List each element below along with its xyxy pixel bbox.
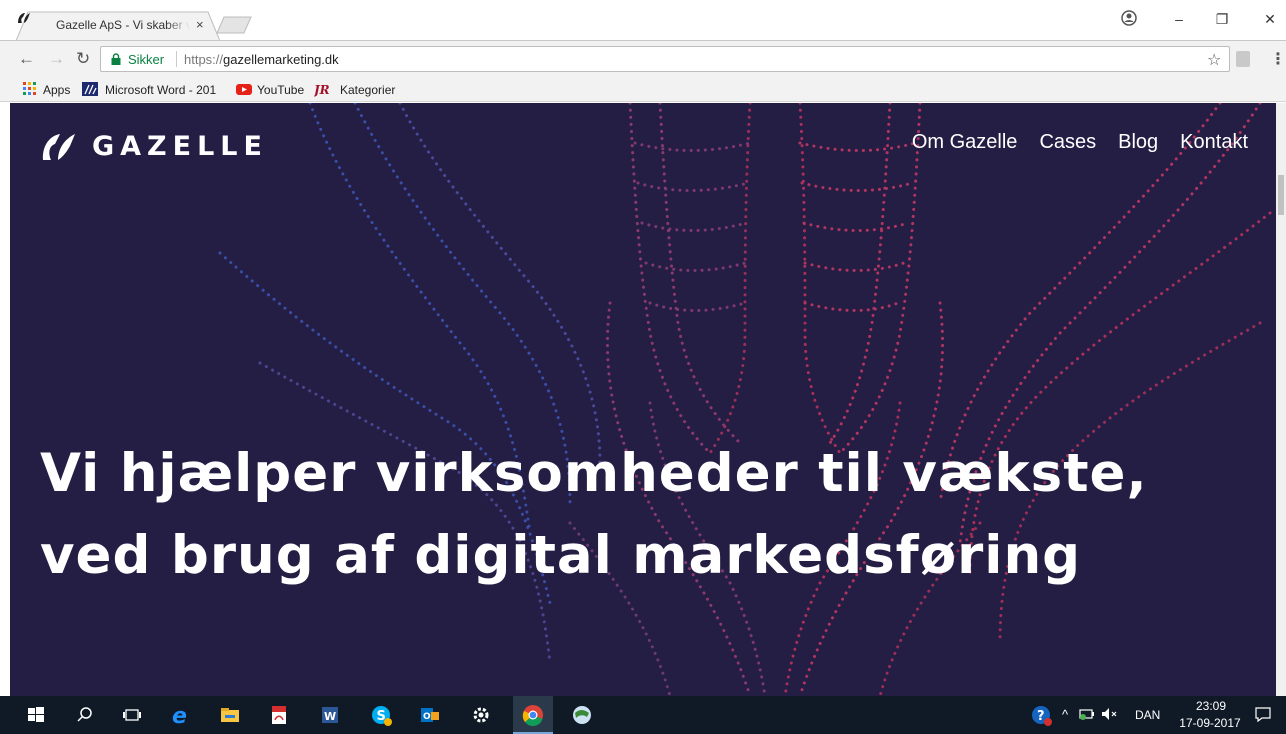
url-text[interactable]: https://gazellemarketing.dk	[184, 52, 339, 67]
scrollbar-thumb[interactable]	[1278, 175, 1284, 215]
tray-chevron-icon[interactable]: ^	[1062, 707, 1068, 722]
chrome-menu-icon[interactable]: ⋮	[1270, 49, 1286, 69]
bookmark-label: YouTube	[257, 83, 305, 97]
input-language[interactable]: DAN	[1135, 708, 1160, 722]
gazelle-favicon-icon	[18, 13, 30, 23]
tab-title: Gazelle ApS - Vi skaber vækst	[56, 18, 190, 32]
settings-icon[interactable]	[469, 703, 493, 727]
windows-taskbar: e W S O ? ^ DAN 23:09 17-09-2017	[0, 696, 1286, 734]
dotted-antelope-artwork	[218, 103, 1272, 696]
windows-start-icon[interactable]	[24, 703, 48, 727]
url-scheme: https://	[184, 52, 224, 67]
svg-text:O: O	[423, 712, 431, 722]
svg-text:?: ?	[1037, 709, 1045, 724]
svg-text:e: e	[172, 704, 187, 727]
gazelle-logo-mark-icon	[42, 134, 75, 160]
bookmarks-bar: Apps Microsoft Word - 201 YouTube JR Kat…	[0, 78, 1286, 102]
skype-icon[interactable]: S	[369, 703, 393, 727]
maximize-button[interactable]: ❐	[1212, 11, 1232, 28]
page-viewport: GAZELLE Om Gazelle Cases Blog Kontakt Vi…	[10, 103, 1276, 696]
help-icon[interactable]: ?	[1029, 703, 1053, 727]
hero-line-2: ved brug af digital markedsføring	[40, 525, 1082, 586]
page-scrollbar[interactable]	[1276, 103, 1286, 696]
pdf-extension-icon[interactable]	[1236, 51, 1250, 67]
bookmark-kategorier[interactable]: JR Kategorier	[314, 81, 398, 99]
hero-line-1: Vi hjælper virksomheder til vækste,	[40, 443, 1148, 504]
tab-close-icon[interactable]: ×	[196, 17, 204, 32]
outlook-icon[interactable]: O	[418, 703, 442, 727]
bookmark-word[interactable]: Microsoft Word - 201	[82, 81, 232, 99]
youtube-icon	[236, 84, 252, 95]
lock-icon	[111, 53, 121, 65]
network-globe-icon[interactable]	[570, 703, 594, 727]
nav-kontakt[interactable]: Kontakt	[1180, 131, 1248, 154]
bookmark-youtube[interactable]: YouTube	[236, 81, 308, 99]
secure-label: Sikker	[128, 52, 165, 67]
kategorier-icon: JR	[314, 83, 330, 97]
logo-text: GAZELLE	[92, 131, 268, 162]
file-explorer-icon[interactable]	[218, 703, 242, 727]
word-doc-icon	[82, 82, 98, 96]
svg-text:JR: JR	[314, 83, 330, 97]
task-view-icon[interactable]	[120, 703, 144, 727]
clock-date[interactable]: 17-09-2017	[1172, 716, 1248, 730]
reload-button[interactable]: ↻	[76, 49, 90, 69]
svg-text:W: W	[324, 710, 336, 723]
forward-button[interactable]: →	[48, 49, 65, 69]
profile-icon[interactable]	[1121, 10, 1137, 26]
volume-muted-icon[interactable]	[1100, 705, 1118, 723]
bookmark-label: Microsoft Word - 201	[105, 83, 217, 97]
nav-om-gazelle[interactable]: Om Gazelle	[912, 131, 1018, 154]
close-window-button[interactable]: ✕	[1260, 11, 1280, 28]
browser-tab[interactable]: Gazelle ApS - Vi skaber vækst ×	[16, 11, 220, 41]
address-bar[interactable]: Sikker https://gazellemarketing.dk ☆	[100, 46, 1230, 72]
omnibox-divider	[176, 51, 177, 67]
url-host: gazellemarketing.dk	[223, 52, 339, 67]
chrome-icon[interactable]	[521, 703, 545, 727]
word-icon[interactable]: W	[318, 703, 342, 727]
site-navigation: Om Gazelle Cases Blog Kontakt	[912, 131, 1248, 154]
browser-toolbar: ← → ↻ Sikker https://gazellemarketing.dk…	[0, 40, 1286, 78]
internet-explorer-icon[interactable]: e	[169, 703, 193, 727]
back-button[interactable]: ←	[18, 49, 35, 69]
bookmark-apps[interactable]: Apps	[22, 81, 82, 99]
battery-icon[interactable]	[1078, 705, 1096, 723]
search-icon[interactable]	[73, 703, 97, 727]
pdf-reader-icon[interactable]	[267, 703, 291, 727]
bookmark-label: Apps	[43, 83, 71, 97]
nav-blog[interactable]: Blog	[1118, 131, 1158, 154]
nav-cases[interactable]: Cases	[1039, 131, 1096, 154]
bookmark-label: Kategorier	[340, 83, 396, 97]
tab-strip: Gazelle ApS - Vi skaber vækst × – ❐ ✕	[0, 0, 1286, 41]
notifications-icon[interactable]	[1254, 705, 1272, 723]
clock-time[interactable]: 23:09	[1186, 699, 1236, 713]
bookmark-star-icon[interactable]: ☆	[1207, 50, 1221, 70]
hero-headline: Vi hjælper virksomheder til vækste, ved …	[40, 433, 1250, 597]
apps-grid-icon	[23, 82, 36, 95]
new-tab-button[interactable]	[216, 16, 252, 34]
minimize-button[interactable]: –	[1169, 11, 1189, 27]
